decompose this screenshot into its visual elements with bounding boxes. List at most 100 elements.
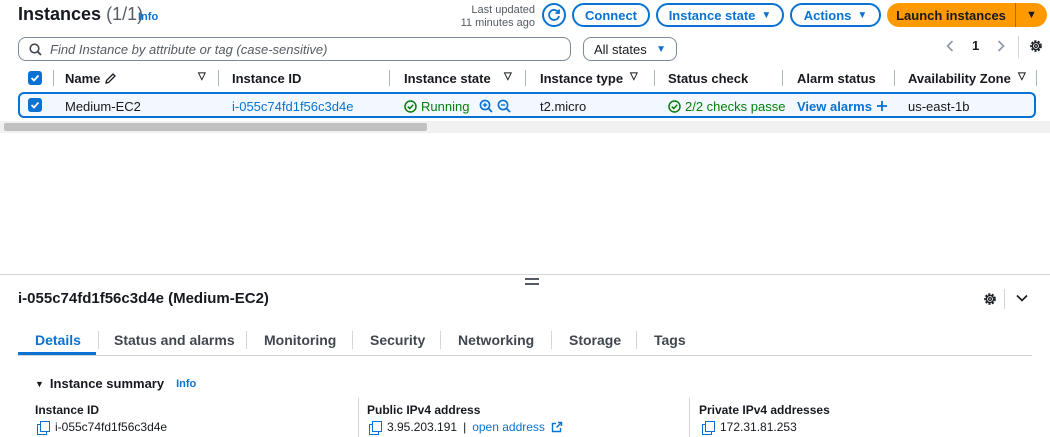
- launch-instances-button[interactable]: Launch instances ▼: [887, 3, 1047, 27]
- instance-state-button[interactable]: Instance state ▼: [656, 3, 784, 27]
- column-header-status-check[interactable]: Status check: [668, 69, 748, 87]
- divider: [1018, 36, 1019, 58]
- cell-status-check: 2/2 checks passec: [668, 98, 786, 114]
- tab-separator: [636, 331, 637, 349]
- column-header-availability-zone[interactable]: Availability Zone: [908, 69, 1011, 87]
- column-separator: [53, 70, 54, 86]
- tab-storage[interactable]: Storage: [569, 332, 621, 348]
- settings-icon[interactable]: [982, 291, 998, 307]
- active-tab-indicator: [18, 352, 96, 355]
- launch-dropdown-toggle[interactable]: ▼: [1016, 3, 1047, 27]
- column-header-instance-id[interactable]: Instance ID: [232, 69, 301, 87]
- caret-down-icon[interactable]: ▽: [630, 71, 638, 82]
- collapse-icon[interactable]: [1014, 290, 1030, 306]
- caret-down-icon: ▼: [761, 9, 772, 21]
- chevron-left-icon[interactable]: [946, 39, 954, 52]
- search-input[interactable]: [50, 41, 550, 57]
- instance-summary-header[interactable]: ▼ Instance summary Info: [35, 376, 196, 391]
- field-value: 172.31.81.253: [720, 420, 797, 434]
- launch-divider: [1015, 3, 1016, 27]
- caret-down-icon: ▼: [35, 378, 44, 389]
- copy-icon[interactable]: [37, 421, 50, 435]
- tab-separator: [246, 331, 247, 349]
- tab-separator: [98, 331, 99, 349]
- tab-status-and-alarms[interactable]: Status and alarms: [114, 332, 235, 348]
- tab-networking[interactable]: Networking: [458, 332, 534, 348]
- state-filter-select[interactable]: All states ▼: [583, 37, 677, 61]
- external-link-icon[interactable]: [551, 421, 563, 433]
- pagination: 1: [946, 38, 1005, 53]
- scrollbar-thumb[interactable]: [4, 123, 427, 131]
- checkbox-icon: [28, 98, 42, 112]
- chevron-right-icon[interactable]: [997, 39, 1005, 52]
- instance-state-text: Running: [421, 98, 470, 114]
- cell-instance-state: Running: [404, 98, 512, 114]
- connect-label: Connect: [585, 7, 637, 23]
- plus-icon: [876, 101, 887, 111]
- instance-id-link[interactable]: i-055c74fd1f56c3d4e: [232, 98, 353, 114]
- column-header-instance-state[interactable]: Instance state: [404, 69, 491, 87]
- actions-button[interactable]: Actions ▼: [790, 3, 881, 27]
- status-ok-icon: [668, 99, 681, 113]
- column-header-label: Status check: [668, 70, 749, 86]
- drag-handle-icon[interactable]: [525, 278, 539, 285]
- tab-separator: [551, 331, 552, 349]
- current-page[interactable]: 1: [972, 38, 979, 53]
- connect-button[interactable]: Connect: [572, 3, 650, 27]
- last-updated: Last updated 11 minutes ago: [430, 4, 535, 30]
- cell-name: Medium-EC2: [65, 98, 141, 114]
- view-alarms-link[interactable]: View alarms: [797, 98, 888, 114]
- column-separator: [894, 70, 895, 86]
- tab-details[interactable]: Details: [35, 332, 81, 348]
- field-value: 3.95.203.191: [387, 420, 458, 434]
- checkbox-icon: [28, 71, 42, 85]
- column-separator: [218, 70, 219, 86]
- actions-label: Actions: [803, 7, 852, 23]
- column-header-name[interactable]: Name: [65, 69, 117, 87]
- column-separator: [525, 70, 526, 86]
- info-link[interactable]: Info: [176, 378, 196, 390]
- zoom-in-icon[interactable]: [479, 99, 494, 113]
- column-header-label: Instance state: [404, 70, 491, 86]
- divider: [689, 398, 690, 437]
- tab-tags[interactable]: Tags: [654, 332, 686, 348]
- detail-panel-title: i-055c74fd1f56c3d4e (Medium-EC2): [18, 290, 269, 307]
- caret-down-icon[interactable]: ▽: [1018, 71, 1026, 82]
- column-header-instance-type[interactable]: Instance type: [540, 69, 623, 87]
- field-label: Private IPv4 addresses: [699, 403, 830, 417]
- status-check-text: 2/2 checks passec: [685, 98, 786, 114]
- table-row[interactable]: Medium-EC2 i-055c74fd1f56c3d4e Running t…: [18, 92, 1036, 118]
- row-checkbox[interactable]: [28, 97, 42, 113]
- zoom-out-icon[interactable]: [497, 99, 512, 113]
- launch-instances-main[interactable]: Launch instances: [887, 3, 1015, 27]
- tab-monitoring[interactable]: Monitoring: [264, 332, 336, 348]
- column-header-alarm-status[interactable]: Alarm status: [797, 69, 876, 87]
- instance-id-value: i-055c74fd1f56c3d4e: [37, 420, 167, 435]
- cell-instance-type: t2.micro: [540, 98, 587, 114]
- field-label: Public IPv4 address: [367, 403, 481, 417]
- detail-tabs: Details Status and alarms Monitoring Sec…: [18, 326, 1032, 356]
- tab-security[interactable]: Security: [370, 332, 425, 348]
- column-separator: [389, 70, 390, 86]
- column-header-label: Instance type: [540, 70, 624, 86]
- refresh-button[interactable]: [542, 3, 566, 27]
- refresh-icon: [548, 9, 560, 21]
- page-title: Instances (1/1): [18, 4, 143, 25]
- search-icon: [29, 42, 42, 56]
- open-address-link[interactable]: open address: [472, 420, 545, 434]
- divider: [358, 398, 359, 437]
- table-header: Name ▽ Instance ID Instance state ▽ Inst…: [18, 66, 1050, 90]
- settings-icon[interactable]: [1028, 38, 1044, 54]
- page-title-text: Instances: [18, 4, 102, 24]
- view-alarms-label: View alarms: [797, 98, 872, 114]
- select-all-checkbox[interactable]: [28, 69, 42, 87]
- copy-icon[interactable]: [702, 421, 715, 435]
- search-bar[interactable]: [18, 37, 571, 61]
- separator: |: [463, 420, 467, 434]
- caret-down-icon[interactable]: ▽: [198, 71, 206, 82]
- last-updated-label: Last updated: [471, 4, 535, 16]
- info-link[interactable]: Info: [138, 11, 158, 23]
- caret-down-icon[interactable]: ▽: [504, 71, 512, 82]
- copy-icon[interactable]: [369, 421, 382, 435]
- last-updated-time: 11 minutes ago: [460, 17, 535, 29]
